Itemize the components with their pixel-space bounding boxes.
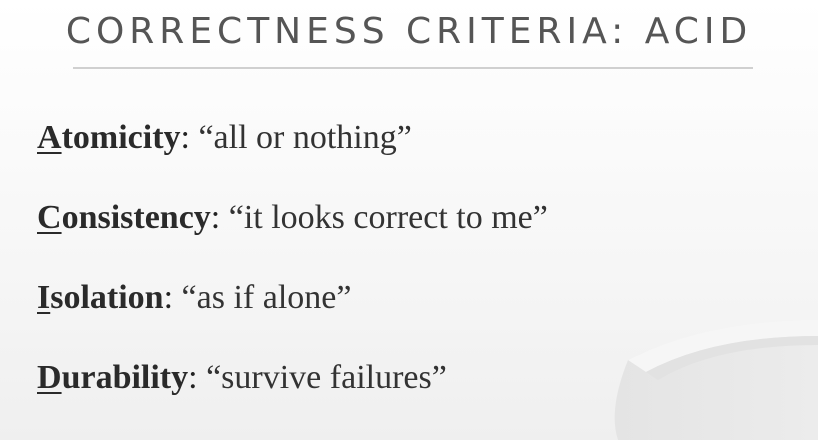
term-description: “all or nothing” [198, 119, 412, 156]
term-initial: A [37, 119, 62, 156]
term-consistency: Consistency [37, 199, 211, 236]
term-separator: : [163, 279, 182, 316]
term-rest: onsistency [61, 199, 211, 236]
term-rest: urability [61, 359, 189, 396]
term-rest: solation [50, 279, 164, 316]
term-initial: C [37, 199, 62, 236]
slide: CORRECTNESS CRITERIA: ACID Atomicity: “a… [0, 0, 818, 440]
list-item-consistency: Consistency: “it looks correct to me” [37, 198, 548, 238]
term-rest: tomicity [61, 119, 181, 156]
database-cylinder-watermark-icon [614, 320, 818, 440]
slide-title: CORRECTNESS CRITERIA: ACID [65, 11, 753, 52]
term-separator: : [188, 359, 207, 396]
title-divider [73, 67, 753, 69]
term-separator: : [180, 119, 199, 156]
term-description: “it looks correct to me” [228, 199, 548, 236]
term-durability: Durability [37, 359, 188, 396]
term-isolation: Isolation [37, 279, 164, 316]
term-initial: I [37, 279, 51, 316]
term-initial: D [37, 359, 62, 396]
term-description: “as if alone” [181, 279, 352, 316]
term-atomicity: Atomicity [37, 119, 181, 156]
term-separator: : [210, 199, 229, 236]
list-item-isolation: Isolation: “as if alone” [37, 278, 351, 318]
term-description: “survive failures” [206, 359, 447, 396]
list-item-durability: Durability: “survive failures” [37, 358, 447, 398]
list-item-atomicity: Atomicity: “all or nothing” [37, 118, 412, 158]
